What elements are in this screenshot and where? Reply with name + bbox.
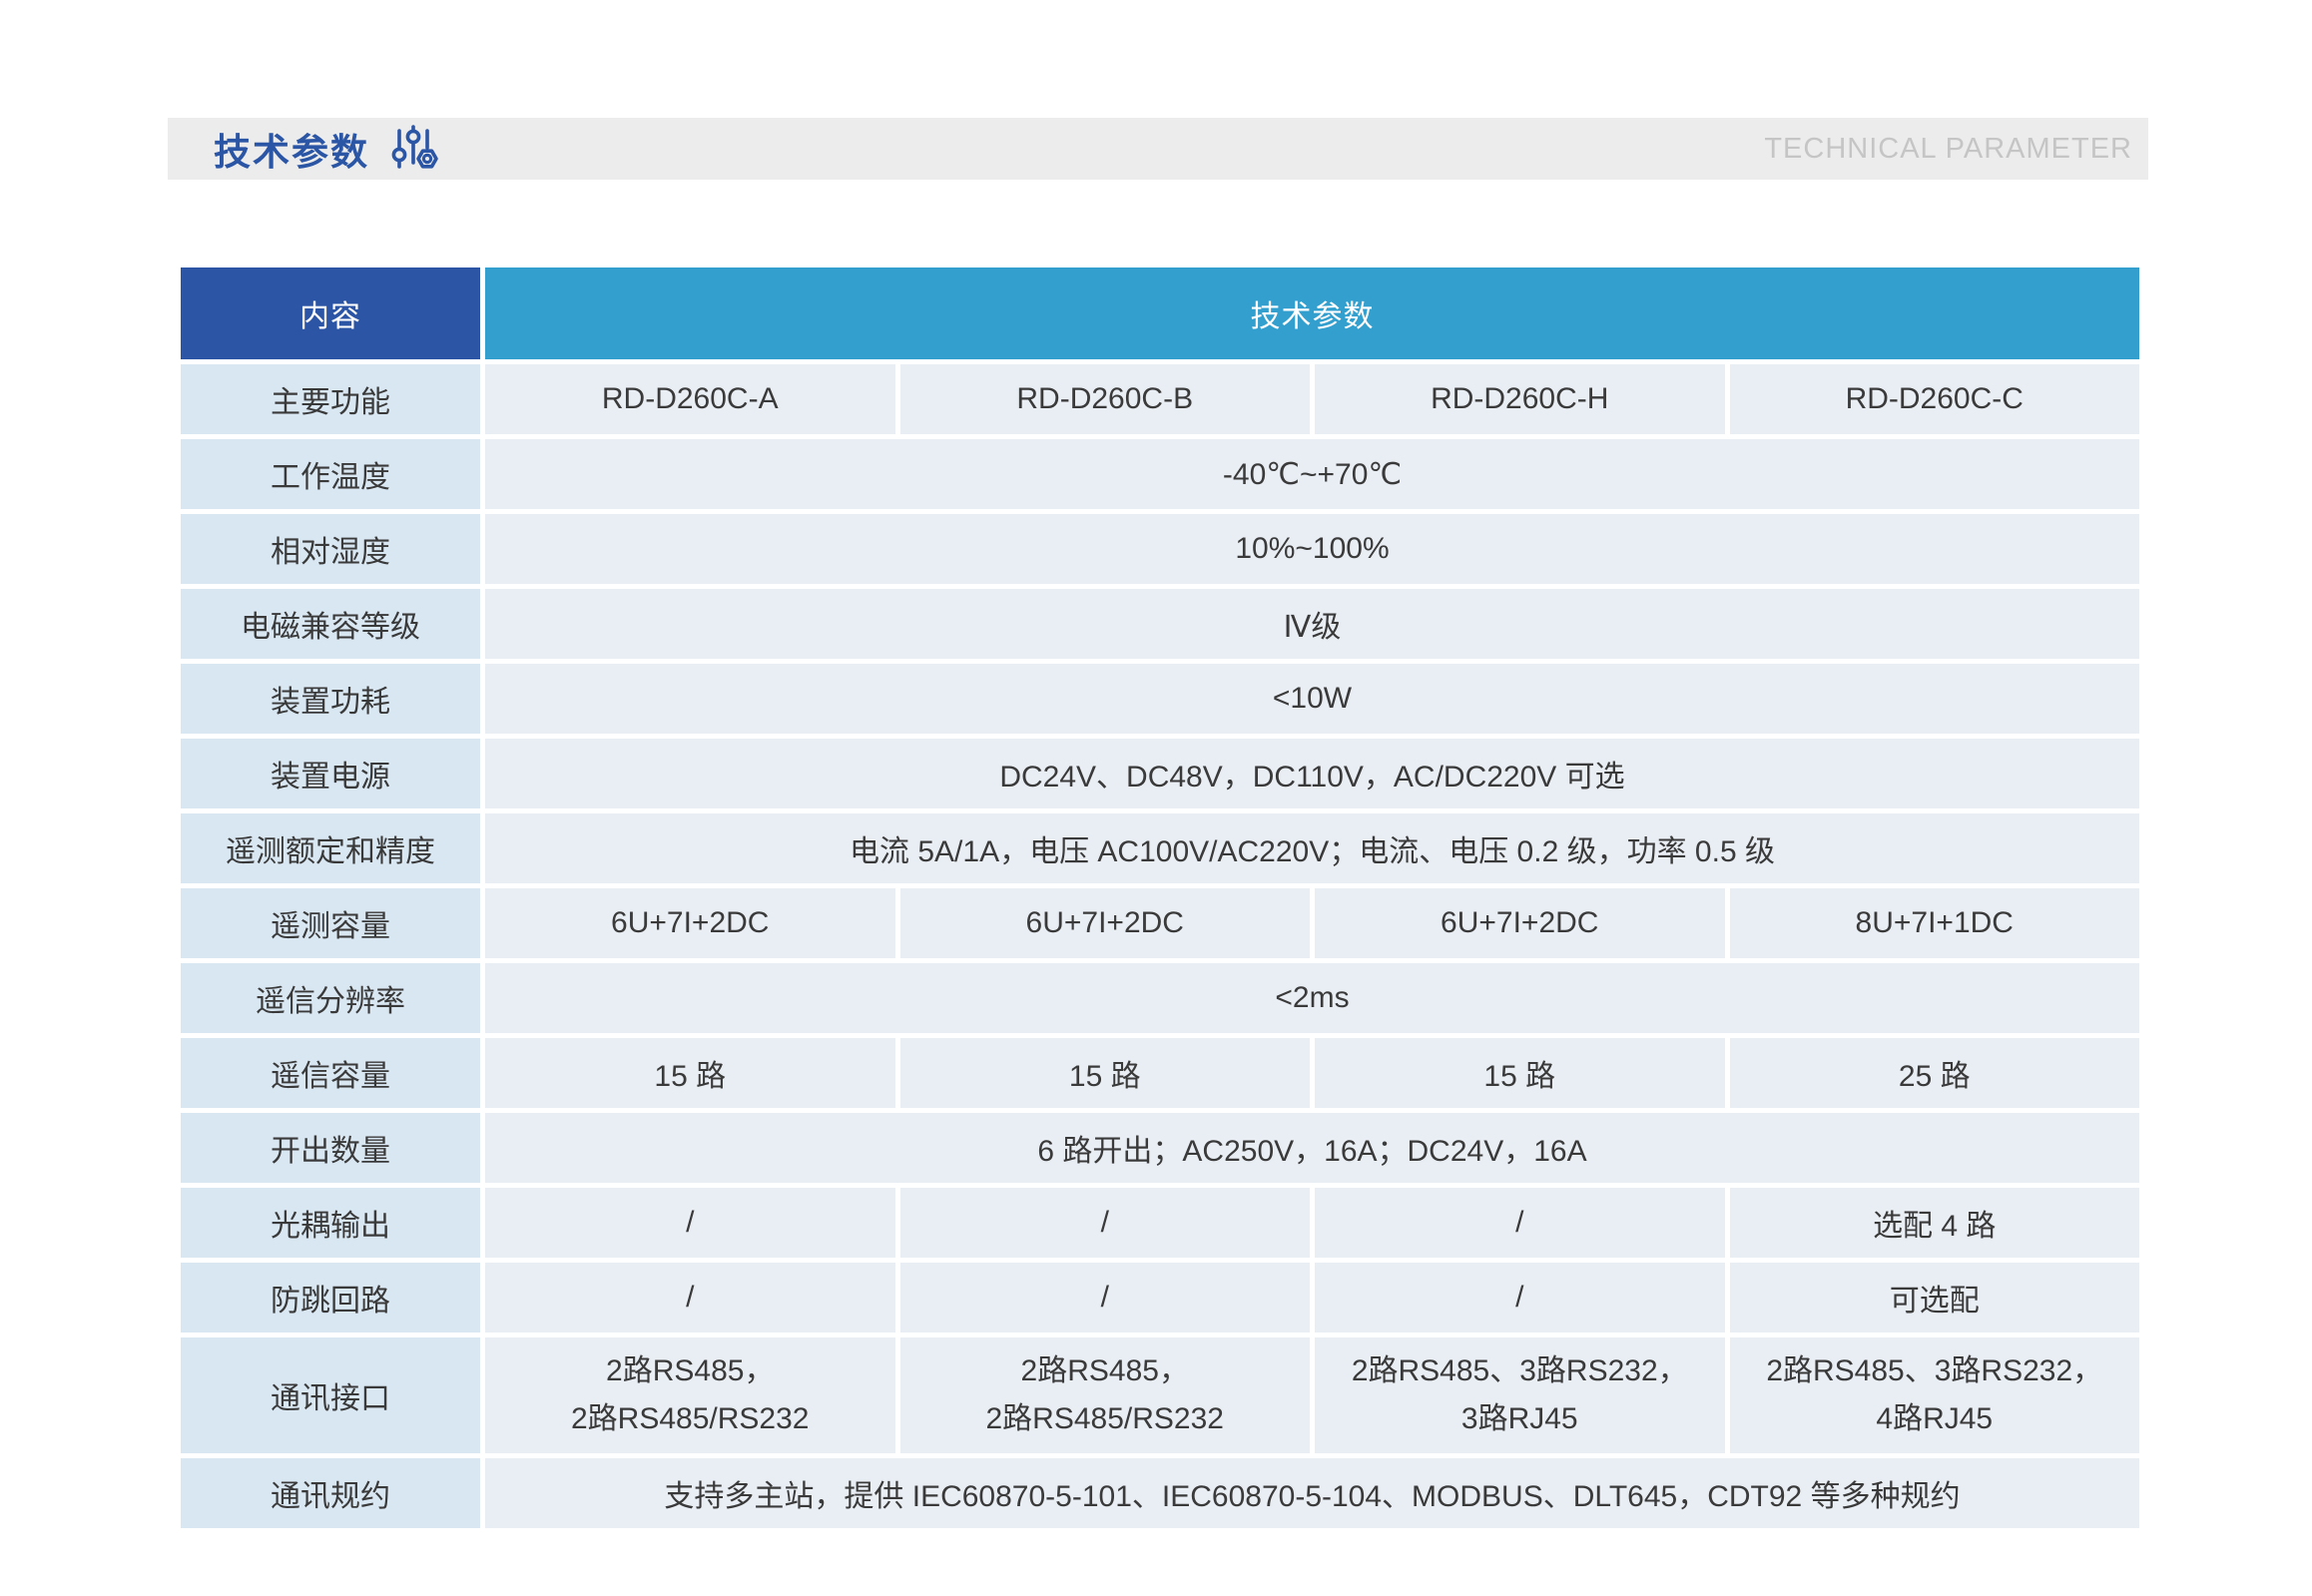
section-title: 技术参数 <box>214 122 369 176</box>
table-header-row: 内容 技术参数 <box>181 267 2139 359</box>
cell-value: 6U+7I+2DC <box>485 888 895 958</box>
cell-value: 2路RS485、3路RS232， 4路RJ45 <box>1730 1337 2140 1453</box>
row-label: 装置功耗 <box>181 664 480 734</box>
table-row-optocoupler-output: 光耦输出 / / / 选配 4 路 <box>181 1188 2139 1258</box>
section-subtitle-en: TECHNICAL PARAMETER <box>1764 133 2132 166</box>
row-label: 开出数量 <box>181 1113 480 1183</box>
cell-value: 6 路开出；AC250V，16A；DC24V，16A <box>485 1113 2139 1183</box>
table-row-emc-level: 电磁兼容等级 Ⅳ级 <box>181 589 2139 659</box>
table-row-power-consumption: 装置功耗 <10W <box>181 664 2139 734</box>
cell-model-h: RD-D260C-H <box>1315 364 1725 434</box>
row-label: 遥信容量 <box>181 1038 480 1108</box>
table-row-comm-interface: 通讯接口 2路RS485， 2路RS485/RS232 2路RS485， 2路R… <box>181 1337 2139 1453</box>
cell-value: 电流 5A/1A，电压 AC100V/AC220V；电流、电压 0.2 级，功率… <box>485 813 2139 883</box>
cell-value: / <box>1315 1188 1725 1258</box>
row-label: 主要功能 <box>181 364 480 434</box>
cell-value: 25 路 <box>1730 1038 2140 1108</box>
cell-value: 2路RS485、3路RS232， 3路RJ45 <box>1315 1337 1725 1453</box>
cell-value: / <box>1315 1263 1725 1332</box>
cell-value: / <box>900 1188 1311 1258</box>
cell-value: / <box>485 1188 895 1258</box>
row-label: 光耦输出 <box>181 1188 480 1258</box>
table-row-output-count: 开出数量 6 路开出；AC250V，16A；DC24V，16A <box>181 1113 2139 1183</box>
header-cell-params: 技术参数 <box>485 267 2139 359</box>
row-label: 装置电源 <box>181 739 480 808</box>
row-label: 工作温度 <box>181 439 480 509</box>
cell-value: / <box>485 1263 895 1332</box>
header-cell-content: 内容 <box>181 267 480 359</box>
cell-value: <2ms <box>485 963 2139 1033</box>
row-label: 防跳回路 <box>181 1263 480 1332</box>
cell-value: 选配 4 路 <box>1730 1188 2140 1258</box>
cell-value: -40℃~+70℃ <box>485 439 2139 509</box>
table-row-power-supply: 装置电源 DC24V、DC48V，DC110V，AC/DC220V 可选 <box>181 739 2139 808</box>
cell-value: 支持多主站，提供 IEC60870-5-101、IEC60870-5-104、M… <box>485 1458 2139 1528</box>
row-label: 遥测容量 <box>181 888 480 958</box>
row-label: 相对湿度 <box>181 514 480 584</box>
cell-value: 15 路 <box>900 1038 1311 1108</box>
table-row-anti-pumping: 防跳回路 / / / 可选配 <box>181 1263 2139 1332</box>
table-row-telemetry-rating: 遥测额定和精度 电流 5A/1A，电压 AC100V/AC220V；电流、电压 … <box>181 813 2139 883</box>
table-row-relative-humidity: 相对湿度 10%~100% <box>181 514 2139 584</box>
cell-value: 10%~100% <box>485 514 2139 584</box>
cell-value: DC24V、DC48V，DC110V，AC/DC220V 可选 <box>485 739 2139 808</box>
cell-value: 15 路 <box>1315 1038 1725 1108</box>
row-label: 遥测额定和精度 <box>181 813 480 883</box>
sliders-gear-icon <box>389 124 441 174</box>
cell-value: <10W <box>485 664 2139 734</box>
table-row-operating-temp: 工作温度 -40℃~+70℃ <box>181 439 2139 509</box>
table-row-comm-protocol: 通讯规约 支持多主站，提供 IEC60870-5-101、IEC60870-5-… <box>181 1458 2139 1528</box>
row-label: 通讯接口 <box>181 1337 480 1453</box>
cell-value: 2路RS485， 2路RS485/RS232 <box>485 1337 895 1453</box>
section-header-bar: 技术参数 TECHNICAL PARAMETER <box>168 118 2148 180</box>
cell-model-b: RD-D260C-B <box>900 364 1311 434</box>
technical-parameter-table: 内容 技术参数 主要功能 RD-D260C-A RD-D260C-B RD-D2… <box>176 263 2144 1533</box>
cell-value: 15 路 <box>485 1038 895 1108</box>
row-label: 电磁兼容等级 <box>181 589 480 659</box>
cell-model-c: RD-D260C-C <box>1730 364 2140 434</box>
cell-value: 2路RS485， 2路RS485/RS232 <box>900 1337 1311 1453</box>
cell-value: 6U+7I+2DC <box>900 888 1311 958</box>
cell-model-a: RD-D260C-A <box>485 364 895 434</box>
cell-value: / <box>900 1263 1311 1332</box>
table-row-telemetry-capacity: 遥测容量 6U+7I+2DC 6U+7I+2DC 6U+7I+2DC 8U+7I… <box>181 888 2139 958</box>
cell-value: 8U+7I+1DC <box>1730 888 2140 958</box>
row-label: 遥信分辨率 <box>181 963 480 1033</box>
cell-value: 6U+7I+2DC <box>1315 888 1725 958</box>
row-label: 通讯规约 <box>181 1458 480 1528</box>
cell-value: Ⅳ级 <box>485 589 2139 659</box>
table-row-signal-resolution: 遥信分辨率 <2ms <box>181 963 2139 1033</box>
table-row-signal-capacity: 遥信容量 15 路 15 路 15 路 25 路 <box>181 1038 2139 1108</box>
table-row-main-function: 主要功能 RD-D260C-A RD-D260C-B RD-D260C-H RD… <box>181 364 2139 434</box>
cell-value: 可选配 <box>1730 1263 2140 1332</box>
